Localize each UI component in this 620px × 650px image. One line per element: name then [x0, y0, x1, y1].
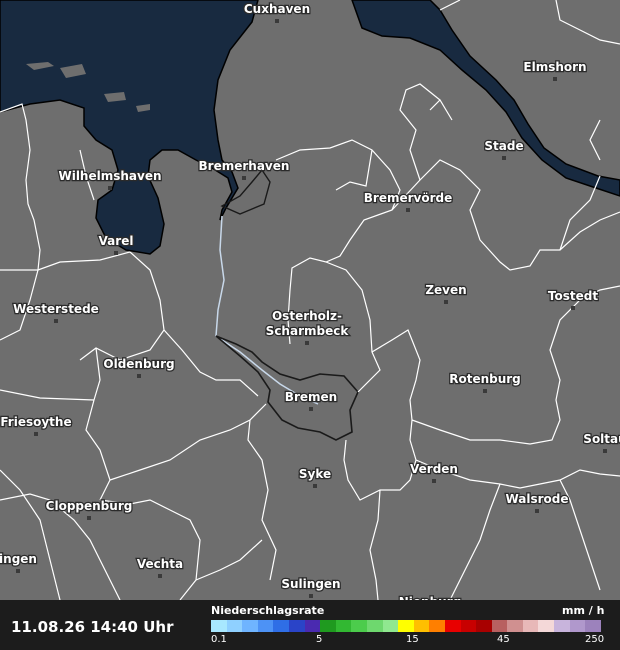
map-canvas[interactable]: Cuxhaven Elmshorn Stade Bremerhaven Wilhelms… — [0, 0, 620, 650]
city-name: Syke — [299, 467, 331, 481]
city-name: Cloppenburg — [46, 499, 133, 513]
legend-swatch — [273, 620, 289, 632]
city-marker — [603, 449, 607, 453]
legend-swatch — [304, 620, 321, 632]
map-view[interactable]: Cuxhaven Elmshorn Stade Bremerhaven Wilhelms… — [0, 0, 620, 650]
city-name: Friesoythe — [0, 415, 71, 429]
legend-tick-min: 0.1 — [211, 634, 227, 645]
city-name: Sulingen — [281, 577, 340, 591]
legend-swatch — [460, 620, 477, 632]
city-marker — [553, 77, 557, 81]
legend-swatch — [366, 620, 383, 632]
city-name: Elmshorn — [523, 60, 586, 74]
city-name: Stade — [484, 139, 523, 153]
city-marker — [242, 176, 246, 180]
legend-swatch — [257, 620, 274, 632]
city-marker — [87, 516, 91, 520]
city-marker — [432, 479, 436, 483]
legend-swatch — [569, 620, 586, 632]
city-name: ingen — [0, 552, 37, 566]
city-name: Varel — [99, 234, 134, 248]
legend-swatch — [351, 620, 367, 632]
legend-swatch — [491, 620, 508, 632]
legend-swatch — [554, 620, 570, 632]
city-marker — [114, 251, 118, 255]
legend-swatch — [413, 620, 430, 632]
city-marker — [158, 574, 162, 578]
legend-tick-5: 5 — [316, 634, 323, 645]
city-name: Wilhelmshaven — [58, 169, 161, 183]
precipitation-legend — [211, 620, 601, 632]
city-marker — [54, 319, 58, 323]
city-marker — [535, 509, 539, 513]
city-marker — [309, 407, 313, 411]
legend-swatch — [522, 620, 539, 632]
city-name: Cuxhaven — [244, 2, 310, 16]
legend-swatch — [211, 620, 227, 632]
city-marker — [16, 569, 20, 573]
city-name: Westerstede — [13, 302, 99, 316]
city-marker — [34, 432, 38, 436]
city-marker — [313, 484, 317, 488]
city-marker — [137, 374, 141, 378]
legend-swatch — [585, 620, 601, 632]
city-marker — [483, 389, 487, 393]
legend-tick-15: 15 — [406, 634, 419, 645]
legend-title: Niederschlagsrate — [211, 604, 325, 617]
city-name: Verden — [410, 462, 458, 476]
city-marker — [305, 341, 309, 345]
city-name: Vechta — [137, 557, 183, 571]
legend-swatch — [335, 620, 352, 632]
city-marker — [444, 300, 448, 304]
legend-swatch — [476, 620, 492, 632]
legend-swatch — [507, 620, 523, 632]
city-name: Bremerhaven — [199, 159, 290, 173]
legend-swatch — [444, 620, 461, 632]
legend-swatch — [429, 620, 445, 632]
legend-swatch — [382, 620, 399, 632]
city-marker — [406, 208, 410, 212]
city-name: Zeven — [425, 283, 466, 297]
legend-swatch — [538, 620, 555, 632]
legend-tick-45: 45 — [497, 634, 510, 645]
city-marker — [502, 156, 506, 160]
city-marker — [571, 306, 575, 310]
footer-bar: 11.08.26 14:40 Uhr Niederschlagsrate mm … — [0, 600, 620, 650]
legend-swatch — [226, 620, 243, 632]
city-name: Osterholz-Scharmbeck — [266, 309, 350, 338]
city-marker — [108, 186, 112, 190]
city-name: Bremervörde — [364, 191, 452, 205]
legend-swatch — [242, 620, 258, 632]
city-name: Rotenburg — [449, 372, 521, 386]
legend-tick-max: 250 — [585, 634, 605, 645]
city-marker — [309, 594, 313, 598]
city-name: Soltau — [583, 432, 620, 446]
city-name: Oldenburg — [103, 357, 174, 371]
legend-swatch — [320, 620, 336, 632]
timestamp: 11.08.26 14:40 Uhr — [11, 618, 174, 636]
city-name: Tostedt — [548, 289, 598, 303]
city-name: Walsrode — [505, 492, 568, 506]
city-marker — [275, 19, 279, 23]
legend-swatch — [288, 620, 305, 632]
legend-swatch — [398, 620, 414, 632]
legend-unit: mm / h — [562, 604, 605, 617]
city-name: Bremen — [285, 390, 337, 404]
